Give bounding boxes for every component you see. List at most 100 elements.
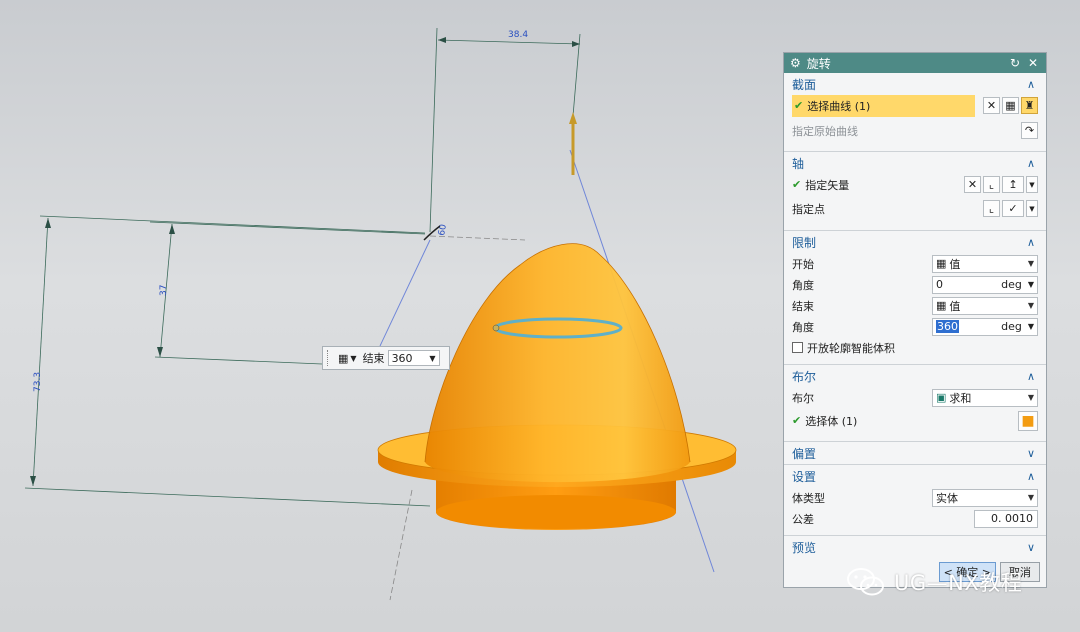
section-group-title: 截面	[792, 77, 817, 92]
offset-group: 偏置 ∨	[784, 442, 1046, 465]
chevron-down-icon[interactable]: ▼	[1028, 280, 1034, 289]
chevron-up-icon: ∧	[1026, 369, 1036, 383]
sketch-icon[interactable]: ▦	[1002, 97, 1019, 114]
center-line-dashed	[429, 235, 526, 241]
dimension-left-total[interactable]: 73.3	[33, 372, 43, 392]
boolean-group: 布尔 ∧ 布尔 ▣ 求和 ▼ ✔ 选择体 (1) ■	[784, 365, 1046, 442]
dialog-title: 旋转	[806, 56, 831, 71]
end-type-dropdown[interactable]: ▦ ▼	[338, 352, 357, 365]
value-icon: ▦	[936, 299, 947, 312]
chevron-down-icon: ∨	[1026, 540, 1036, 554]
floating-end-label: 结束	[362, 352, 385, 365]
boolean-select[interactable]: ▣ 求和 ▼	[932, 388, 1038, 407]
chevron-down-icon[interactable]: ▼	[1028, 322, 1034, 331]
reverse-direction-icon[interactable]: ✕	[964, 176, 981, 193]
start-row: 开始 ▦ 值 ▼	[784, 253, 1046, 274]
section-group-header[interactable]: 截面 ∧	[784, 73, 1046, 95]
unite-icon: ▣	[936, 391, 947, 404]
watermark-text: UG—NX教程	[894, 571, 1023, 595]
chevron-down-icon: ▼	[429, 353, 436, 363]
curve-rule-icon[interactable]: ✕	[983, 97, 1000, 114]
start-angle-label: 角度	[792, 278, 814, 292]
tolerance-input[interactable]: 0. 0010	[974, 509, 1038, 528]
specify-vector-row[interactable]: ✔ 指定矢量 ✕ ⌞ ↥ ▼	[784, 174, 1046, 195]
preview-group-header[interactable]: 预览 ∨	[784, 536, 1046, 558]
specify-point-row[interactable]: 指定点 ⌞ ✓ ▼	[784, 198, 1046, 219]
select-body-row[interactable]: ✔ 选择体 (1) ■	[784, 410, 1046, 431]
specify-original-curve-row[interactable]: 指定原始曲线 ↷	[784, 120, 1046, 141]
dimension-left-inner[interactable]: 37	[159, 285, 169, 296]
vector-type-icon[interactable]: ↥	[1002, 176, 1024, 193]
chevron-up-icon: ∧	[1026, 77, 1036, 91]
tolerance-row: 公差 0. 0010	[784, 508, 1046, 529]
chevron-down-icon: ▼	[1027, 301, 1034, 310]
floating-end-input: ▦ ▼ 结束 360 ▼	[322, 346, 450, 370]
preview-group-title: 预览	[792, 540, 817, 555]
body-type-row: 体类型 实体 ▼	[784, 487, 1046, 508]
axis-group: 轴 ∧ ✔ 指定矢量 ✕ ⌞ ↥ ▼ 指定点 ⌞ ✓ ▼	[784, 152, 1046, 231]
point-type-icon[interactable]: ✓	[1002, 200, 1024, 217]
drag-grip[interactable]	[327, 350, 332, 366]
open-profile-checkbox[interactable]	[792, 342, 803, 353]
value-icon: ▦	[338, 351, 349, 365]
select-body-icon[interactable]: ■	[1018, 410, 1038, 431]
chevron-down-icon: ▼	[1027, 259, 1034, 268]
select-curve-row[interactable]: ✔ 选择曲线 (1) ✕ ▦ ♜	[784, 94, 1046, 117]
value-icon: ▦	[936, 257, 947, 270]
settings-group-title: 设置	[792, 469, 817, 484]
end-type-value: 值	[949, 299, 961, 313]
tolerance-label: 公差	[792, 512, 814, 526]
vector-dropdown-icon[interactable]: ▼	[1026, 176, 1038, 193]
select-curve-label: 选择曲线 (1)	[807, 99, 871, 113]
check-icon: ✔	[794, 99, 804, 112]
start-type-select[interactable]: ▦ 值 ▼	[932, 254, 1038, 273]
end-label: 结束	[792, 299, 814, 313]
section-group: 截面 ∧ ✔ 选择曲线 (1) ✕ ▦ ♜ 指定原始曲线 ↷	[784, 73, 1046, 152]
start-angle-value: 0	[936, 278, 943, 291]
end-angle-input[interactable]: 360 deg ▼	[932, 317, 1038, 336]
offset-group-header[interactable]: 偏置 ∨	[784, 442, 1046, 464]
reset-icon[interactable]: ↻	[1008, 56, 1022, 70]
original-curve-icon[interactable]: ↷	[1021, 122, 1038, 139]
boolean-group-title: 布尔	[792, 369, 817, 384]
end-angle-label: 角度	[792, 320, 814, 334]
limits-group-header[interactable]: 限制 ∧	[784, 231, 1046, 253]
wechat-icon	[847, 568, 884, 596]
preview-group: 预览 ∨	[784, 536, 1046, 558]
limits-group: 限制 ∧ 开始 ▦ 值 ▼ 角度 0 deg ▼ 结束 ▦ 值 ▼ 角度 360…	[784, 231, 1046, 365]
limits-group-title: 限制	[792, 235, 817, 250]
end-type-select[interactable]: ▦ 值 ▼	[932, 296, 1038, 315]
dimension-angle[interactable]: 60	[437, 223, 449, 236]
chevron-up-icon: ∧	[1026, 469, 1036, 483]
close-icon[interactable]: ✕	[1026, 56, 1040, 70]
vector-dialog-icon[interactable]: ⌞	[983, 176, 1000, 193]
dimension-top-width[interactable]: 38.4	[508, 30, 528, 40]
revolve-dialog: ⚙ 旋转 ↻ ✕ 截面 ∧ ✔ 选择曲线 (1) ✕ ▦ ♜ 指定原始曲线 ↷ …	[783, 52, 1047, 588]
lower-dashed-line	[389, 489, 413, 601]
select-curve-icon[interactable]: ♜	[1021, 97, 1038, 114]
revolved-dome	[424, 243, 691, 483]
point-dropdown-icon[interactable]: ▼	[1026, 200, 1038, 217]
dialog-titlebar[interactable]: ⚙ 旋转 ↻ ✕	[784, 53, 1046, 73]
select-curve-highlight[interactable]: ✔ 选择曲线 (1)	[792, 94, 975, 117]
settings-group: 设置 ∧ 体类型 实体 ▼ 公差 0. 0010	[784, 465, 1046, 536]
chevron-down-icon: ▼	[1027, 493, 1034, 502]
end-angle-value: 360	[936, 320, 959, 333]
boolean-group-header[interactable]: 布尔 ∧	[784, 365, 1046, 387]
check-icon: ✔	[792, 178, 802, 191]
boolean-row: 布尔 ▣ 求和 ▼	[784, 387, 1046, 408]
open-profile-label: 开放轮廓智能体积	[807, 341, 895, 355]
start-type-value: 值	[949, 257, 961, 271]
floating-end-value-field[interactable]: 360 ▼	[387, 350, 440, 366]
floating-end-value: 360	[391, 351, 413, 365]
body-type-label: 体类型	[792, 491, 825, 505]
select-body-label: 选择体 (1)	[805, 414, 858, 428]
section-point	[492, 324, 500, 332]
open-profile-row[interactable]: 开放轮廓智能体积	[784, 337, 1046, 358]
body-type-select[interactable]: 实体 ▼	[932, 488, 1038, 507]
start-angle-input[interactable]: 0 deg ▼	[932, 275, 1038, 294]
axis-group-header[interactable]: 轴 ∧	[784, 152, 1046, 174]
point-dialog-icon[interactable]: ⌞	[983, 200, 1000, 217]
settings-group-header[interactable]: 设置 ∧	[784, 465, 1046, 487]
watermark: UG—NX教程	[846, 566, 1022, 598]
